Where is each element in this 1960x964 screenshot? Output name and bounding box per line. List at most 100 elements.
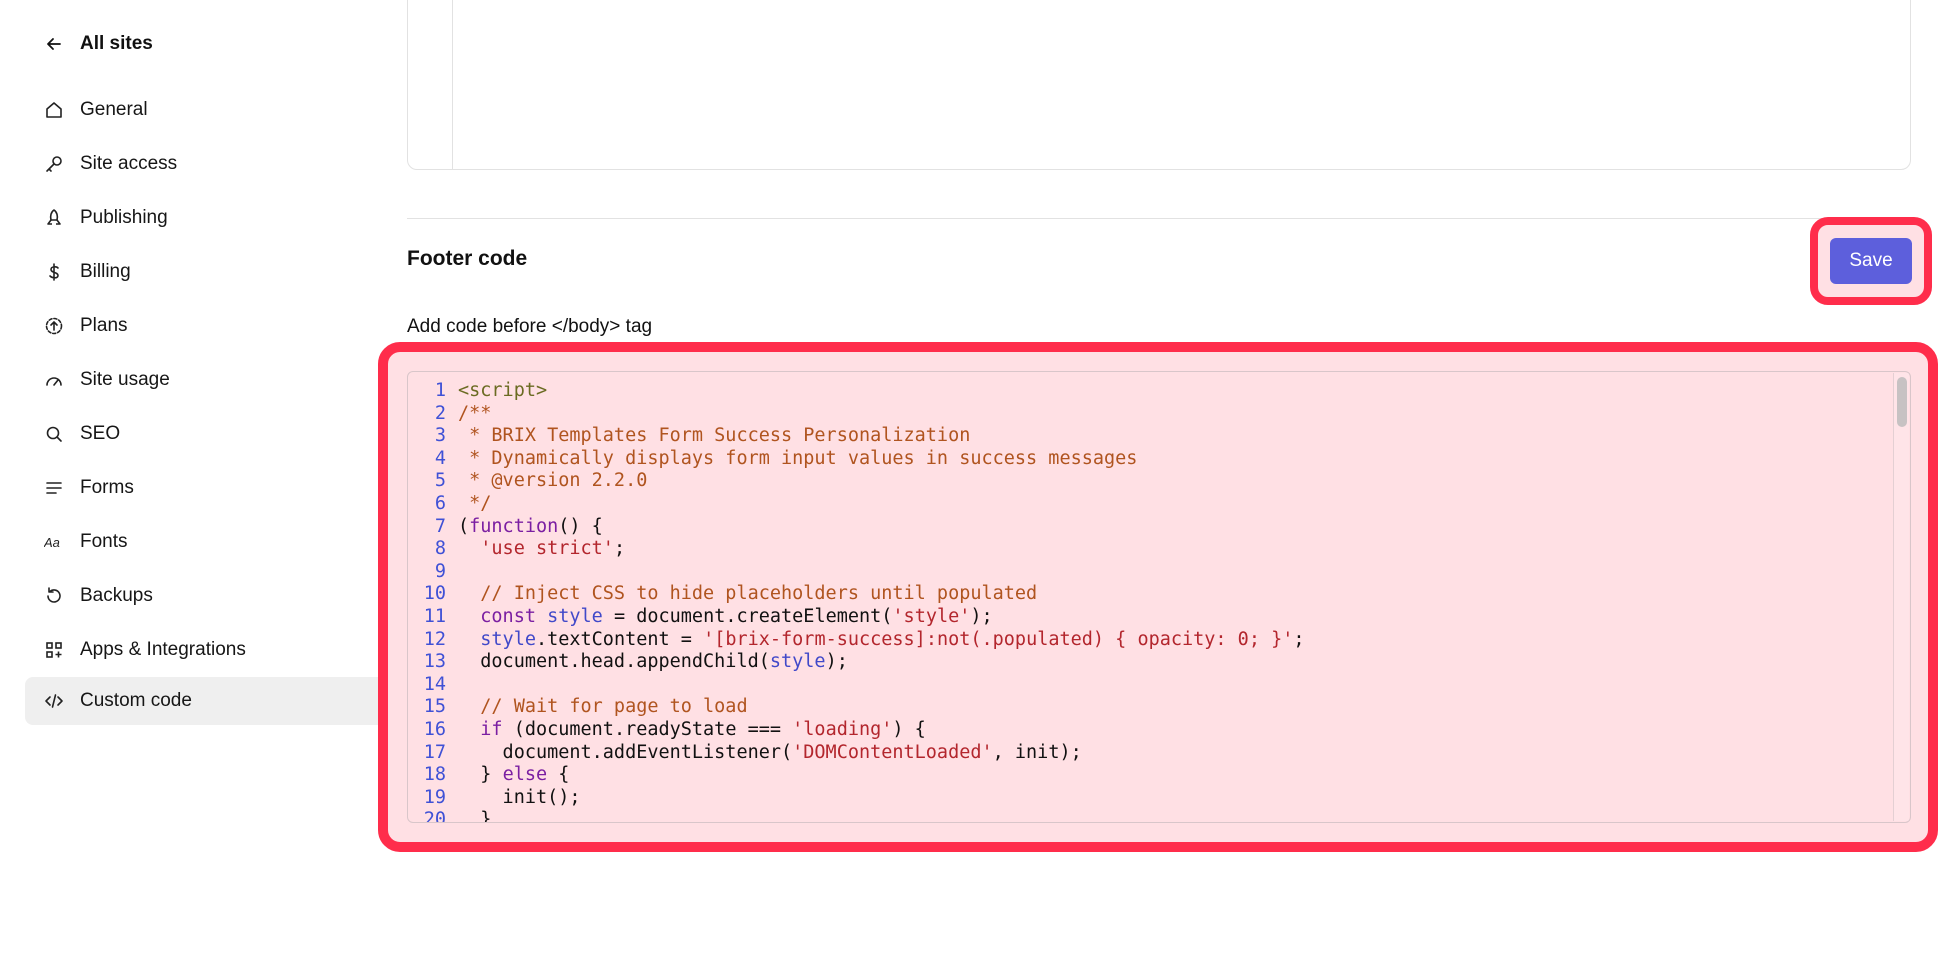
sidebar-item-site-usage[interactable]: Site usage	[25, 356, 380, 404]
editor-scrollbar[interactable]	[1893, 373, 1909, 821]
line-number: 16	[423, 718, 446, 740]
key-icon	[44, 154, 64, 174]
code-line: 1 <script>	[408, 380, 1890, 403]
line-number: 3	[434, 425, 446, 447]
sidebar-item-fonts[interactable]: Aa Fonts	[25, 518, 380, 566]
save-button[interactable]: Save	[1830, 238, 1912, 284]
code-line: 9	[408, 561, 1890, 584]
code-text: const style = document.createElement('st…	[452, 605, 992, 629]
code-text: /**	[452, 403, 491, 426]
code-token: ) {	[892, 718, 926, 740]
line-number: 18	[423, 764, 446, 786]
code-line: 4 * Dynamically displays form input valu…	[408, 448, 1890, 471]
home-icon	[44, 100, 64, 120]
sidebar-item-custom-code[interactable]: Custom code	[25, 677, 380, 725]
code-token: * Dynamically displays form input values…	[458, 447, 1138, 469]
sidebar-item-label: Apps & Integrations	[80, 639, 246, 660]
code-token: const	[480, 605, 536, 627]
sidebar: All sites General Site access Publishing…	[0, 0, 380, 964]
code-line: 8 'use strict';	[408, 538, 1890, 561]
code-token: () {	[558, 515, 603, 537]
sidebar-item-label: SEO	[80, 423, 121, 444]
sidebar-item-label: Fonts	[80, 531, 128, 552]
code-line: 14	[408, 674, 1890, 697]
code-token: ;	[613, 538, 626, 560]
code-line: 10 // Inject CSS to hide placeholders un…	[408, 583, 1890, 606]
code-token: init();	[458, 786, 581, 808]
code-icon	[44, 691, 64, 711]
code-line: 7 (function() {	[408, 516, 1890, 539]
editor-gutter-divider	[452, 0, 453, 169]
sidebar-item-label: Forms	[80, 477, 134, 498]
sidebar-item-label: Billing	[80, 261, 131, 282]
line-number: 5	[434, 470, 446, 492]
line-number: 7	[434, 515, 446, 537]
code-token: '[brix-form-success]:not(.populated) { o…	[703, 628, 1294, 650]
code-token: 'DOMContentLoaded'	[792, 741, 993, 763]
line-number: 14	[423, 673, 446, 695]
code-text: 'use strict';	[452, 538, 625, 561]
code-text: */	[452, 493, 491, 516]
sidebar-item-label: Custom code	[80, 690, 192, 711]
back-label: All sites	[80, 33, 153, 54]
sidebar-item-general[interactable]: General	[25, 86, 380, 134]
code-text: init();	[452, 787, 581, 810]
line-number: 4	[434, 447, 446, 469]
code-line: 20 }	[408, 809, 1890, 823]
upgrade-circle-icon	[44, 316, 64, 336]
line-number: 6	[434, 492, 446, 514]
sidebar-item-site-access[interactable]: Site access	[25, 140, 380, 188]
code-token: .textContent =	[535, 628, 704, 650]
dollar-icon	[44, 262, 64, 282]
line-number: 9	[434, 560, 446, 582]
scrollbar-thumb[interactable]	[1897, 377, 1907, 427]
sidebar-item-publishing[interactable]: Publishing	[25, 194, 380, 242]
code-token: );	[825, 651, 848, 673]
code-token: }	[458, 764, 503, 786]
code-line: 11 const style = document.createElement(…	[408, 606, 1890, 629]
footer-code-title: Footer code	[407, 247, 528, 270]
head-code-editor[interactable]	[407, 0, 1911, 170]
sidebar-item-seo[interactable]: SEO	[25, 410, 380, 458]
arrow-left-icon	[44, 34, 64, 54]
sidebar-item-backups[interactable]: Backups	[25, 572, 380, 620]
line-number: 12	[423, 628, 446, 650]
sidebar-item-label: Site usage	[80, 369, 170, 390]
code-text: // Wait for page to load	[452, 696, 747, 719]
code-line: 13 document.head.appendChild(style);	[408, 651, 1890, 674]
code-text: * @version 2.2.0	[452, 470, 647, 493]
sidebar-item-forms[interactable]: Forms	[25, 464, 380, 512]
footer-code-editor[interactable]: 1 <script> 2/** 3 * BRIX Templates Form Suc…	[407, 371, 1911, 823]
line-number: 20	[423, 809, 446, 823]
search-icon	[44, 424, 64, 444]
line-number: 17	[423, 741, 446, 763]
line-number: 1	[434, 380, 446, 401]
sidebar-item-label: Plans	[80, 315, 128, 336]
sidebar-item-billing[interactable]: Billing	[25, 248, 380, 296]
code-text: if (document.readyState === 'loading') {	[452, 719, 926, 742]
code-token: * @version 2.2.0	[458, 470, 648, 492]
code-lines: 1 <script> 2/** 3 * BRIX Templates Form Suc…	[408, 380, 1890, 823]
code-text: <script>	[452, 380, 547, 403]
code-text: document.head.appendChild(style);	[452, 651, 848, 674]
code-text: }	[452, 809, 491, 822]
line-number: 10	[423, 583, 446, 605]
sidebar-item-plans[interactable]: Plans	[25, 302, 380, 350]
sidebar-item-label: Backups	[80, 585, 153, 606]
back-to-all-sites-link[interactable]: All sites	[44, 30, 153, 58]
gauge-icon	[44, 370, 64, 390]
line-number: 13	[423, 651, 446, 673]
code-line: 5 * @version 2.2.0	[408, 470, 1890, 493]
sidebar-item-apps-integrations[interactable]: Apps & Integrations	[25, 626, 380, 674]
code-token: // Inject CSS to hide placeholders until…	[458, 583, 1038, 605]
code-text: * BRIX Templates Form Success Personaliz…	[452, 425, 970, 448]
code-text: document.addEventListener('DOMContentLoa…	[452, 742, 1082, 765]
line-number: 15	[423, 696, 446, 718]
line-number: 8	[434, 538, 446, 560]
code-line: 16 if (document.readyState === 'loading'…	[408, 719, 1890, 742]
